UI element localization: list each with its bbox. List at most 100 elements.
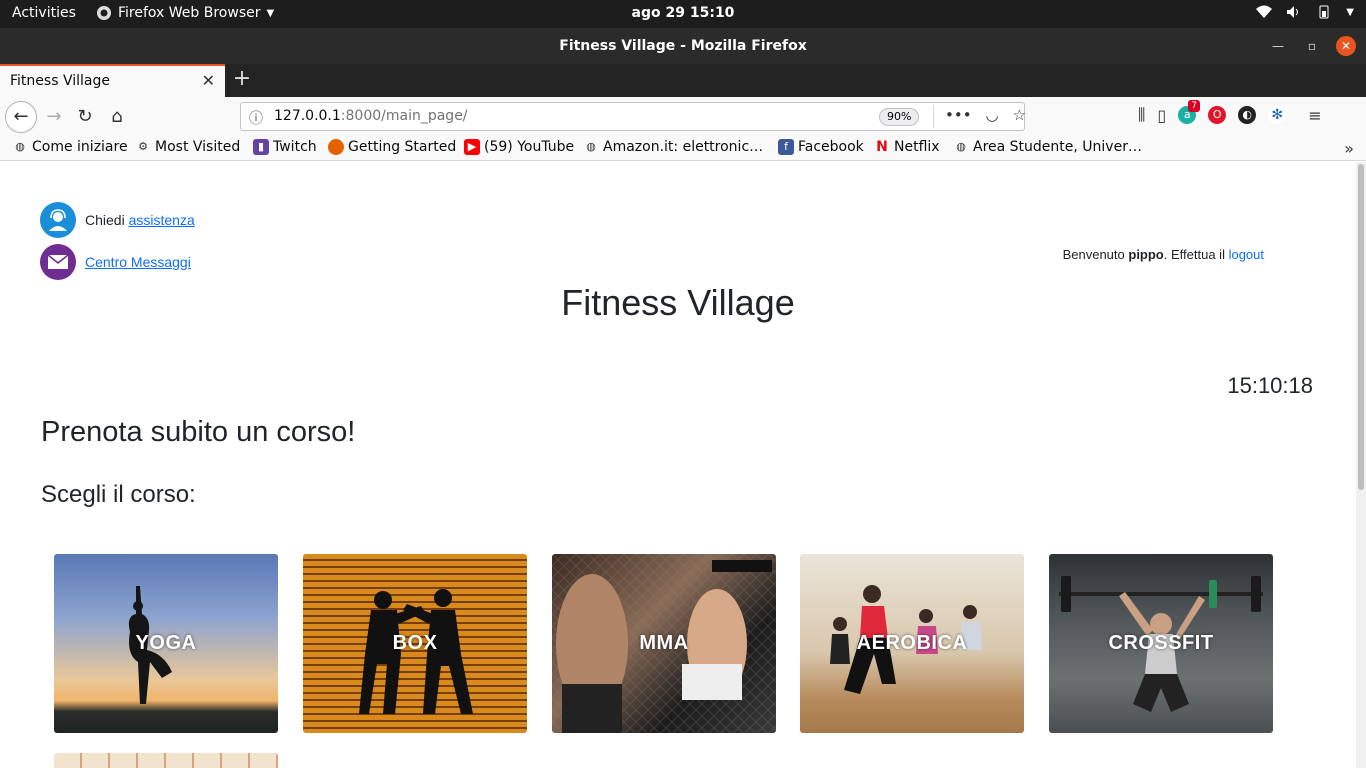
- system-tray[interactable]: ▼: [1256, 5, 1354, 19]
- logout-link[interactable]: logout: [1229, 247, 1264, 262]
- help-text: Chiedi assistenza: [85, 212, 195, 228]
- home-icon[interactable]: ⌂: [104, 104, 130, 130]
- course-label: BOX: [392, 632, 438, 654]
- course-label: MMA: [639, 632, 689, 654]
- hamburger-menu-icon[interactable]: ≡: [1308, 106, 1321, 125]
- close-window-icon[interactable]: ✕: [1336, 36, 1356, 56]
- site-info-icon[interactable]: ⓘ: [249, 108, 263, 128]
- divider: [933, 105, 934, 128]
- forward-icon[interactable]: →: [41, 104, 67, 130]
- library-icon[interactable]: ⫼: [1138, 105, 1145, 125]
- globe-icon: ◍: [15, 140, 25, 153]
- help-prefix: Chiedi: [85, 212, 125, 228]
- course-label: YOGA: [135, 632, 197, 654]
- url-text[interactable]: 127.0.0.1:8000/main_page/: [274, 108, 468, 124]
- welcome-message: Benvenuto pippo. Effettua il logout: [1063, 247, 1264, 262]
- navigation-bar: ← → ↻ ⌂ ⓘ 127.0.0.1:8000/main_page/ 90% …: [0, 97, 1366, 137]
- help-row: Chiedi assistenza: [40, 202, 195, 238]
- close-tab-icon[interactable]: ✕: [202, 71, 215, 90]
- bookmark-label: Twitch: [273, 139, 317, 155]
- bookmark-come-iniziare[interactable]: ◍ Come iniziare: [12, 139, 128, 155]
- window-controls: — ▫ ✕: [1268, 36, 1356, 56]
- back-icon[interactable]: ←: [5, 101, 37, 133]
- bookmark-label: Facebook: [798, 139, 864, 155]
- tab-fitness-village[interactable]: Fitness Village ✕: [0, 64, 225, 97]
- course-label: CROSSFIT: [1108, 632, 1214, 654]
- page-scrollbar[interactable]: [1356, 162, 1366, 768]
- bookmark-label: Getting Started: [348, 139, 457, 155]
- globe-icon: ◍: [586, 140, 596, 153]
- course-card-box[interactable]: BOX: [303, 554, 527, 733]
- extension-dark-icon[interactable]: ◐: [1238, 106, 1257, 124]
- more-bookmarks-icon[interactable]: »: [1344, 139, 1354, 158]
- scrollbar-thumb[interactable]: [1358, 164, 1364, 490]
- globe-icon: ◍: [956, 140, 966, 153]
- mail-icon: [40, 244, 76, 280]
- assistenza-link[interactable]: assistenza: [129, 212, 195, 228]
- bookmark-label: (59) YouTube: [484, 139, 575, 155]
- window-title-bar: Fitness Village - Mozilla Firefox — ▫ ✕: [0, 28, 1366, 64]
- extension-blue-icon[interactable]: ✻: [1268, 106, 1287, 124]
- course-card-mma[interactable]: MMA: [552, 554, 776, 733]
- firefox-icon: [328, 139, 344, 155]
- sidebar-icon[interactable]: ▯: [1157, 106, 1166, 125]
- bookmark-netflix[interactable]: N Netflix: [874, 139, 940, 155]
- netflix-icon: N: [876, 139, 888, 155]
- bookmark-star-icon[interactable]: ☆: [1013, 106, 1026, 124]
- bookmark-getting-started[interactable]: Getting Started: [328, 139, 456, 155]
- url-host: 127.0.0.1: [274, 108, 341, 124]
- bookmark-label: Netflix: [894, 139, 940, 155]
- system-clock[interactable]: ago 29 15:10: [0, 5, 1366, 21]
- window-title: Fitness Village - Mozilla Firefox: [559, 38, 807, 54]
- twitch-icon: ▮: [253, 139, 269, 155]
- battery-icon: [1319, 5, 1329, 19]
- support-icon: [40, 202, 76, 238]
- facebook-icon: f: [778, 139, 794, 155]
- bookmark-label: Amazon.it: elettronic…: [603, 139, 764, 155]
- url-bar[interactable]: ⓘ 127.0.0.1:8000/main_page/ 90% ••• ◡ ☆: [240, 102, 1026, 131]
- bookmark-youtube[interactable]: ▶ (59) YouTube: [464, 139, 574, 155]
- system-top-bar: Activities Firefox Web Browser ▼ ago 29 …: [0, 0, 1366, 28]
- tab-strip: Fitness Village ✕ +: [0, 64, 1366, 97]
- minimize-icon[interactable]: —: [1268, 36, 1288, 56]
- page-content: Chiedi assistenza Centro Messaggi Benven…: [0, 162, 1356, 768]
- course-label: AEROBICA: [856, 632, 968, 654]
- page-actions-menu-icon[interactable]: •••: [945, 106, 972, 124]
- bookmark-facebook[interactable]: f Facebook: [778, 139, 864, 155]
- maximize-icon[interactable]: ▫: [1302, 36, 1322, 56]
- wifi-icon: [1256, 5, 1273, 18]
- reload-icon[interactable]: ↻: [72, 104, 98, 130]
- course-card-partial[interactable]: [54, 753, 278, 768]
- bookmark-most-visited[interactable]: ⚙ Most Visited: [135, 139, 240, 155]
- course-subheading: Scegli il corso:: [41, 481, 196, 508]
- notification-badge: 7: [1188, 100, 1200, 112]
- youtube-icon: ▶: [464, 139, 480, 155]
- bookmark-amazon[interactable]: ◍ Amazon.it: elettronic…: [583, 139, 763, 155]
- zoom-indicator[interactable]: 90%: [879, 108, 920, 126]
- welcome-prefix: Benvenuto: [1062, 247, 1125, 262]
- page-heading: Prenota subito un corso!: [41, 416, 356, 448]
- extension-a-icon[interactable]: a7: [1178, 100, 1200, 124]
- bookmark-area-studente[interactable]: ◍ Area Studente, Univer…: [953, 139, 1142, 155]
- bookmarks-toolbar: ◍ Come iniziare ⚙ Most Visited ▮ Twitch …: [0, 137, 1366, 161]
- welcome-middle: . Effettua il: [1163, 247, 1225, 262]
- url-path: :8000/main_page/: [340, 108, 468, 124]
- new-tab-icon[interactable]: +: [230, 66, 254, 94]
- pocket-icon[interactable]: ◡: [986, 106, 999, 124]
- opera-extension-icon[interactable]: O: [1208, 106, 1227, 124]
- bookmark-label: Come iniziare: [32, 139, 128, 155]
- bookmark-twitch[interactable]: ▮ Twitch: [253, 139, 317, 155]
- messages-row: Centro Messaggi: [40, 244, 191, 280]
- course-card-aerobica[interactable]: AEROBICA: [800, 554, 1024, 733]
- centro-messaggi-link[interactable]: Centro Messaggi: [85, 254, 191, 270]
- tab-title: Fitness Village: [10, 73, 110, 89]
- volume-icon: [1287, 6, 1299, 18]
- page-actions: ••• ◡ ☆: [945, 106, 1026, 124]
- live-clock: 15:10:18: [1227, 373, 1313, 398]
- site-title: Fitness Village: [561, 282, 795, 323]
- course-card-yoga[interactable]: YOGA: [54, 554, 278, 733]
- bookmark-label: Most Visited: [155, 139, 241, 155]
- username: pippo: [1128, 247, 1164, 262]
- course-card-crossfit[interactable]: CROSSFIT: [1049, 554, 1273, 733]
- gear-icon: ⚙: [138, 140, 148, 153]
